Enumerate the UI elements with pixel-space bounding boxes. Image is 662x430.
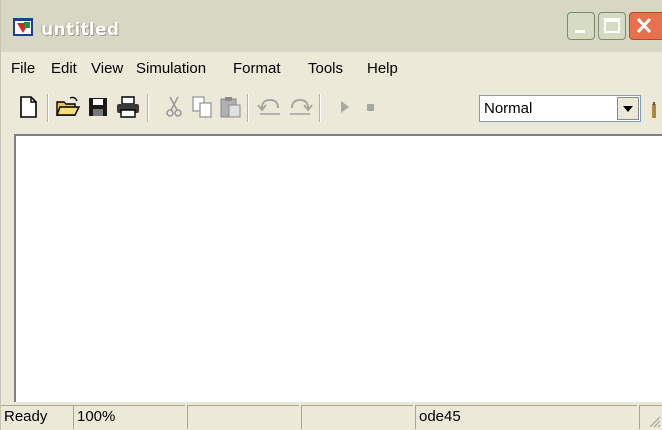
status-text: Ready (1, 405, 73, 429)
simulation-mode-select[interactable]: Normal (479, 95, 641, 122)
simulation-mode-value: Normal (484, 100, 533, 117)
window-title: untitled (41, 20, 120, 40)
simulink-app-icon (13, 18, 33, 36)
title-bar[interactable]: untitled (1, 0, 662, 52)
open-icon[interactable] (55, 94, 81, 120)
menu-tools[interactable]: Tools (308, 60, 343, 77)
redo-icon[interactable] (287, 94, 313, 120)
toolbar-separator (147, 94, 149, 122)
menu-file[interactable]: File (11, 60, 35, 77)
minimize-button[interactable] (567, 12, 595, 40)
close-icon (636, 17, 652, 34)
maximize-button[interactable] (598, 12, 626, 40)
menu-simulation[interactable]: Simulation (136, 60, 206, 77)
stop-simulation-icon[interactable] (357, 94, 383, 120)
status-cell (187, 405, 299, 429)
close-button[interactable] (629, 12, 662, 40)
menu-bar: File Edit View Simulation Format Tools H… (1, 54, 662, 84)
toolbar-overflow-icon[interactable] (651, 102, 657, 120)
toolbar-separator (47, 94, 49, 122)
model-canvas[interactable] (14, 134, 662, 402)
toolbar-separator (247, 94, 249, 122)
minimize-icon (575, 30, 585, 33)
cut-icon[interactable] (161, 94, 187, 120)
simulink-model-window: untitled File Edit View Simulation Forma… (0, 0, 662, 430)
start-simulation-icon[interactable] (331, 94, 357, 120)
undo-icon[interactable] (257, 94, 283, 120)
status-bar: Ready 100% ode45 (1, 402, 662, 430)
toolbar-separator (319, 94, 321, 122)
simulation-mode-dropdown-button[interactable] (617, 97, 639, 120)
menu-edit[interactable]: Edit (51, 60, 77, 77)
menu-format[interactable]: Format (233, 60, 281, 77)
menu-help[interactable]: Help (367, 60, 398, 77)
zoom-level: 100% (73, 405, 185, 429)
chevron-down-icon (623, 106, 633, 112)
maximize-icon (604, 18, 620, 33)
status-cell (301, 405, 413, 429)
print-icon[interactable] (115, 94, 141, 120)
paste-icon[interactable] (217, 94, 243, 120)
copy-icon[interactable] (189, 94, 215, 120)
save-icon[interactable] (85, 94, 111, 120)
menu-view[interactable]: View (91, 60, 123, 77)
solver-name: ode45 (415, 405, 637, 429)
new-icon[interactable] (15, 94, 41, 120)
resize-grip-icon[interactable] (647, 414, 661, 428)
